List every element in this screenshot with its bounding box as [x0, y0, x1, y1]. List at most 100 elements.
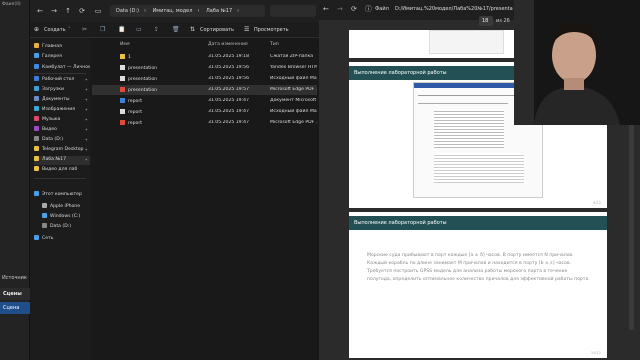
- file-row[interactable]: 1 31.05.2025 19:18 Сжатая ZIP-папка: [92, 52, 317, 62]
- folder-icon: [34, 116, 39, 121]
- sidebar-item[interactable]: Сеть: [34, 235, 90, 244]
- file-explorer-window: ← → ↑ ⟳ ▭ Data (D:) › Имитац. модел › Лаба…: [30, 0, 319, 360]
- sidebar-item-label: Apple iPhone: [50, 204, 81, 209]
- back-icon[interactable]: ←: [323, 5, 329, 13]
- refresh-icon[interactable]: ⟳: [351, 5, 357, 13]
- folder-icon: [34, 86, 39, 91]
- rename-icon[interactable]: ▭: [136, 26, 142, 33]
- chevron-down-icon: ˅: [68, 27, 71, 33]
- view-button[interactable]: Просмотреть: [254, 27, 289, 33]
- slide-number: 10/12: [590, 351, 601, 355]
- pin-icon: ✦: [84, 157, 88, 162]
- scene-item[interactable]: Сцена: [0, 302, 30, 314]
- info-icon[interactable]: ⓘ: [365, 4, 372, 14]
- file-type: Исходный файл Mar...: [270, 76, 317, 81]
- up-icon[interactable]: ↑: [64, 7, 72, 15]
- delete-icon[interactable]: 🗑: [172, 26, 180, 33]
- sidebar-item-label: Windows (C:): [50, 214, 81, 219]
- file-name: report: [128, 99, 143, 104]
- sidebar-item-label: Видео: [42, 127, 57, 132]
- file-row[interactable]: presentation 31.05.2025 19:56 Исходный фай…: [92, 74, 317, 84]
- slide-heading: Выполнение лабораторной работы: [349, 216, 607, 230]
- file-name: presentation: [128, 77, 158, 82]
- sidebar-item-label: Telegram Desktop: [42, 147, 84, 152]
- sidebar-item[interactable]: Галерея: [34, 53, 90, 62]
- sidebar-item[interactable]: Видео для лаб: [34, 166, 90, 175]
- pin-icon: ✦: [84, 147, 88, 152]
- sidebar-item[interactable]: Этот компьютер: [34, 191, 90, 200]
- file-row[interactable]: report 31.05.2025 19:47 Исходный файл Mar.…: [92, 107, 317, 117]
- sidebar-item-label: Лаба №17: [42, 157, 67, 162]
- paste-icon[interactable]: 📋: [118, 26, 125, 33]
- sidebar-item-label: Видео для лаб: [42, 167, 78, 172]
- address-bar[interactable]: Data (D:) › Имитац. модел › Лаба №17 ›: [110, 5, 265, 17]
- file-icon: [120, 65, 125, 70]
- sidebar-item[interactable]: Документы ✦: [34, 96, 90, 105]
- breadcrumb-item[interactable]: Имитац. модел: [153, 8, 193, 14]
- share-icon[interactable]: ⇪: [154, 26, 159, 33]
- forward-icon[interactable]: →: [337, 5, 343, 13]
- explorer-titlebar: ← → ↑ ⟳ ▭ Data (D:) › Имитац. модел › Лаба…: [30, 0, 319, 22]
- sidebar-item-label: Главная: [42, 44, 62, 49]
- column-header-date[interactable]: Дата изменения: [208, 42, 248, 47]
- sidebar-item[interactable]: Камбулат — Личное: [34, 64, 90, 73]
- file-name: report: [128, 121, 143, 126]
- folder-icon: [42, 203, 47, 208]
- pin-icon: ✦: [84, 77, 88, 82]
- sources-label: Источник: [2, 275, 27, 281]
- create-button[interactable]: Создать: [44, 27, 66, 33]
- breadcrumb-item[interactable]: Лаба №17: [206, 8, 232, 14]
- file-label: Файл: [375, 6, 389, 12]
- column-header-type[interactable]: Тип: [270, 42, 279, 47]
- sort-button[interactable]: Сортировать: [200, 27, 234, 33]
- file-row[interactable]: report 31.05.2025 19:47 Документ Microsoft…: [92, 96, 317, 106]
- sidebar-item-label: Галерея: [42, 54, 62, 59]
- back-icon[interactable]: ←: [36, 7, 44, 15]
- table-snippet: [429, 30, 504, 54]
- plus-icon: ⊕: [34, 26, 40, 33]
- webcam-overlay: [514, 0, 640, 125]
- url-field[interactable]: D:/Имитац.%20модел/Лаба%20№17/presentati…: [395, 6, 513, 12]
- sidebar-item[interactable]: Изображения ✦: [34, 106, 90, 115]
- sidebar-item-label: Сеть: [42, 236, 54, 241]
- forward-icon[interactable]: →: [50, 7, 58, 15]
- sidebar-item-label: Загрузки: [42, 87, 65, 92]
- sidebar-item-label: Этот компьютер: [42, 192, 82, 197]
- sidebar-item-label: Изображения: [42, 107, 75, 112]
- pin-icon: ✦: [84, 87, 88, 92]
- cut-icon[interactable]: ✂: [82, 26, 87, 33]
- file-list: Имя Дата изменения Тип 1 31.05.2025 19:18…: [90, 38, 319, 360]
- slide-body-text: Морские суда прибывают в порт каждые [a …: [367, 253, 590, 282]
- sidebar-item[interactable]: Data (D:) ✦: [34, 136, 90, 145]
- refresh-icon[interactable]: ⟳: [78, 7, 86, 15]
- folder-icon: [34, 76, 39, 81]
- file-type: Исходный файл Mar...: [270, 109, 317, 114]
- page-number-input[interactable]: 18: [479, 16, 493, 26]
- sidebar-item[interactable]: Главная: [34, 43, 90, 52]
- sidebar-item[interactable]: Загрузки ✦: [34, 86, 90, 95]
- slide-number: 9/12: [593, 201, 601, 205]
- folder-icon: [34, 235, 39, 240]
- file-date: 31.05.2025 19:56: [208, 76, 250, 81]
- copy-icon[interactable]: ❐: [100, 26, 105, 33]
- explorer-toolbar: ⊕ Создать ˅ ✂ ❐ 📋 ▭ ⇪ 🗑 ⇅ Сортировать ☰ …: [30, 22, 319, 38]
- file-icon: [120, 98, 125, 103]
- file-row[interactable]: presentation 31.05.2025 19:56 Yandex Brows…: [92, 63, 317, 73]
- sidebar-item[interactable]: Музыка ✦: [34, 116, 90, 125]
- folder-icon: [34, 64, 39, 69]
- sidebar-item-label: Документы: [42, 97, 70, 102]
- sidebar-item[interactable]: Лаба №17 ✦: [34, 156, 90, 165]
- breadcrumb-item[interactable]: Data (D:): [116, 8, 139, 14]
- sidebar-item[interactable]: Telegram Desktop ✦: [34, 146, 90, 155]
- file-name: presentation: [128, 66, 158, 71]
- sidebar-item[interactable]: Рабочий стол ✦: [34, 76, 90, 85]
- file-icon: [120, 76, 125, 81]
- search-input[interactable]: [270, 5, 316, 17]
- sidebar-item[interactable]: Видео ✦: [34, 126, 90, 135]
- file-row[interactable]: presentation 31.05.2025 19:57 Microsoft Ed…: [92, 85, 317, 95]
- file-date: 31.05.2025 19:57: [208, 87, 250, 92]
- file-row[interactable]: report 31.05.2025 19:47 Microsoft Edge PDF…: [92, 118, 317, 128]
- folder-icon: [34, 53, 39, 58]
- file-date: 31.05.2025 19:56: [208, 65, 250, 70]
- column-header-name[interactable]: Имя: [120, 42, 130, 47]
